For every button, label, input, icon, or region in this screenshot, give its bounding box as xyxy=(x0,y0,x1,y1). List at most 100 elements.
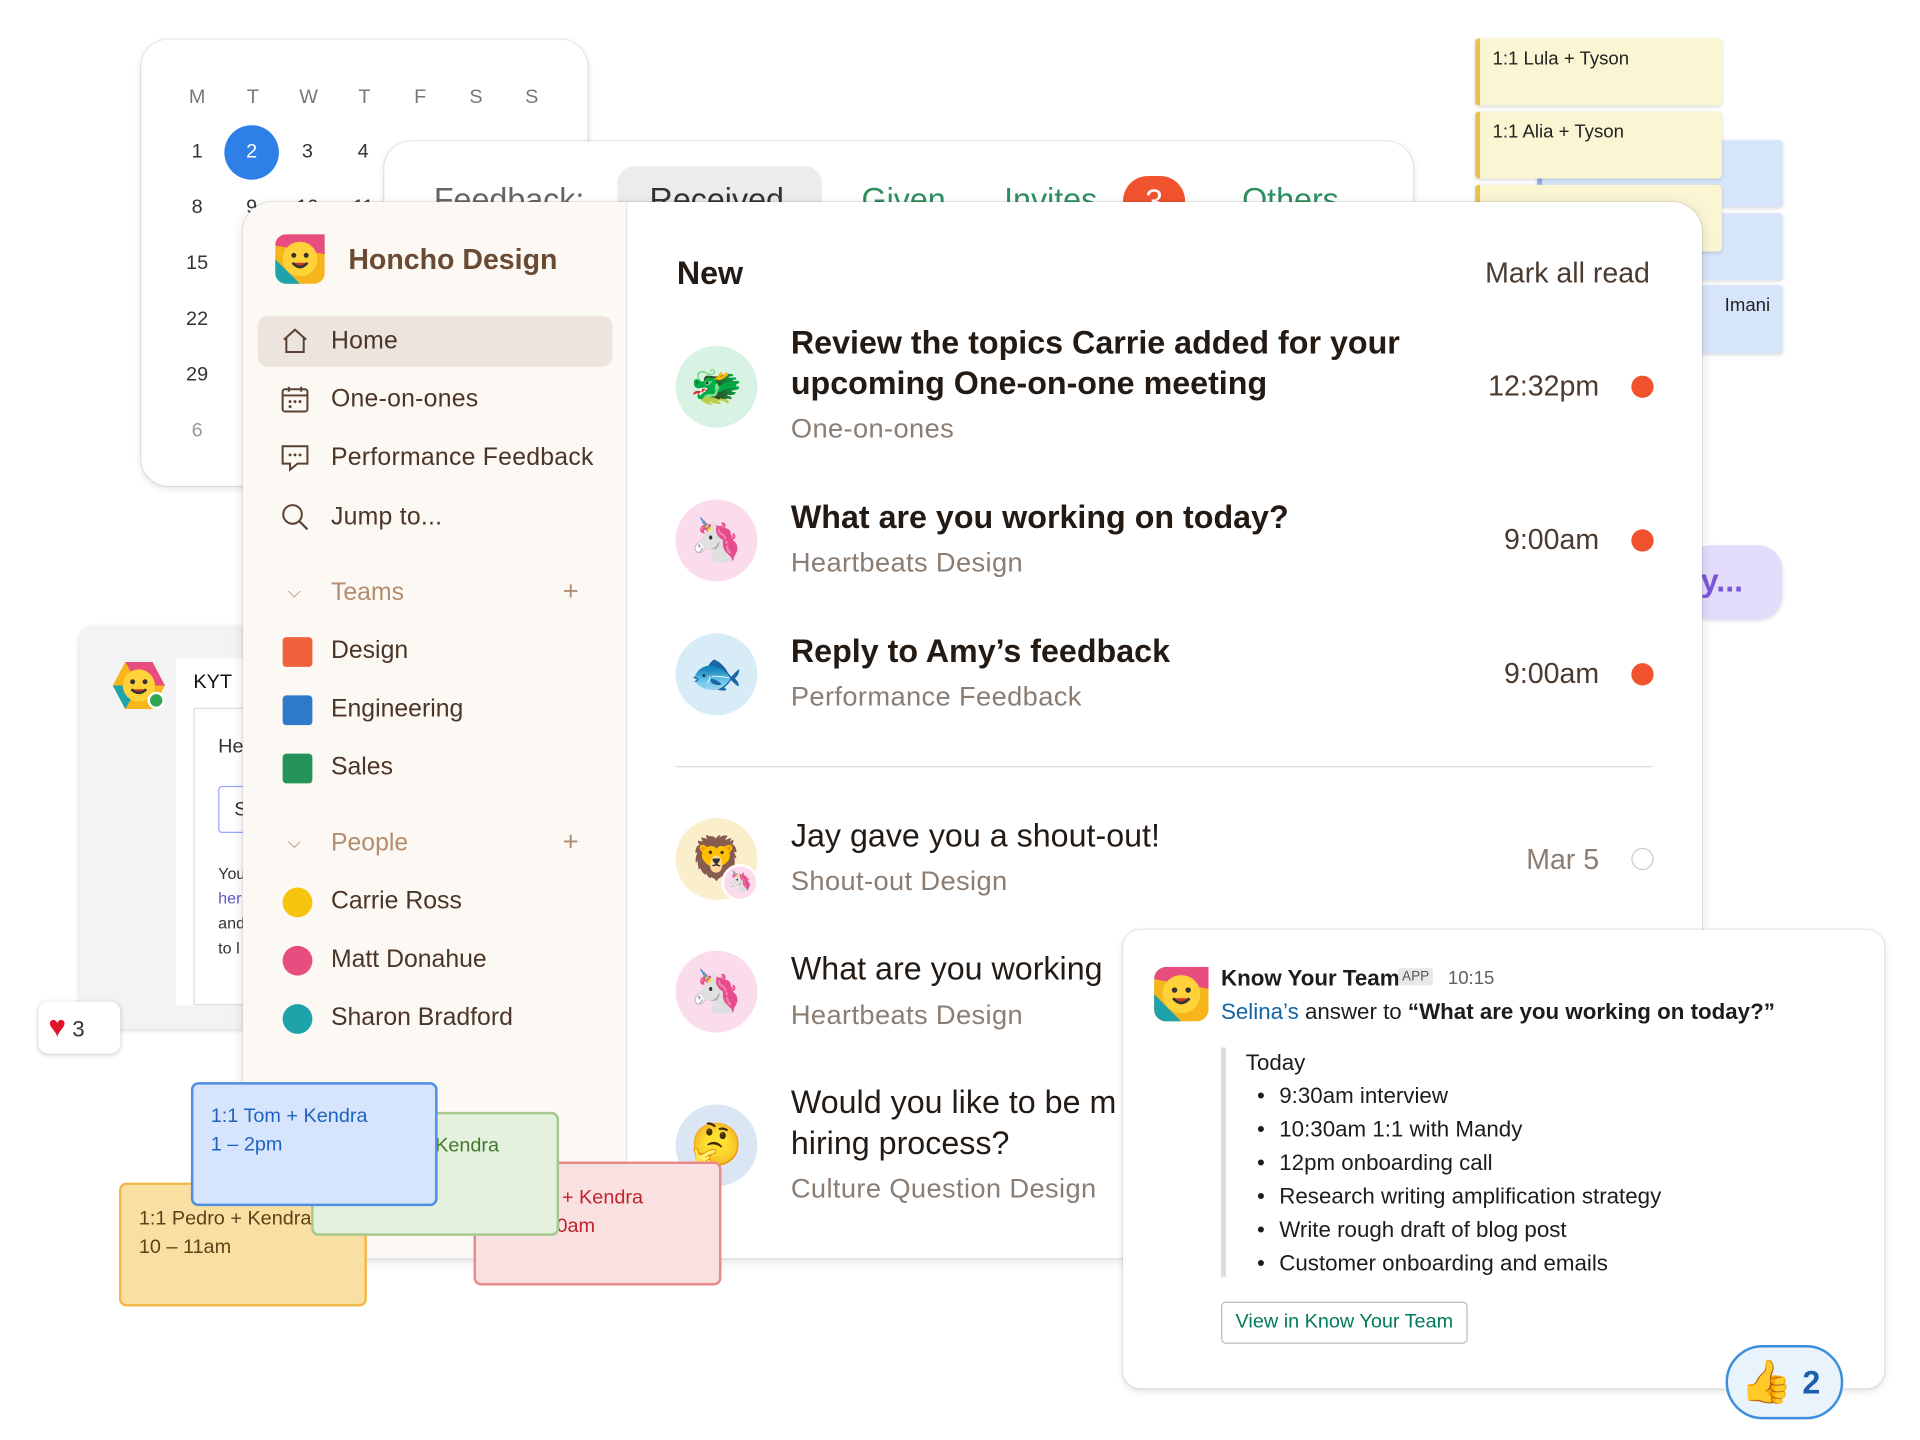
team-item[interactable]: Engineering xyxy=(331,695,463,724)
notification-title[interactable]: What are you working xyxy=(791,948,1103,989)
calendar-day[interactable]: 22 xyxy=(170,293,225,348)
meeting-time: 10 – 11am xyxy=(138,1237,232,1259)
home-icon xyxy=(283,328,307,354)
unread-dot[interactable] xyxy=(1631,663,1654,686)
notification-title[interactable]: What are you working on today? xyxy=(791,497,1289,538)
person-color-dot xyxy=(282,887,313,918)
sidebar-item-label: Home xyxy=(330,327,399,355)
add-person-icon[interactable]: + xyxy=(563,826,579,858)
notification-time: 9:00am xyxy=(1503,523,1600,556)
chevron-down-icon[interactable]: ⌵ xyxy=(288,832,301,853)
bullet-item: Research writing amplification strategy xyxy=(1257,1184,1661,1210)
meeting-title: e + Kendra xyxy=(545,1187,644,1209)
schedule-block[interactable]: 1:1 Alia + Tyson xyxy=(1475,111,1722,179)
calendar-day[interactable]: 29 xyxy=(170,348,225,403)
notification-avatar: 🦄 xyxy=(675,499,758,582)
people-heading[interactable]: People xyxy=(331,829,408,858)
team-item[interactable]: Design xyxy=(331,637,408,666)
read-dot[interactable] xyxy=(1631,847,1654,871)
app-name[interactable]: Know Your Team xyxy=(1221,966,1400,992)
chat-app-name: KYT xyxy=(193,671,232,693)
sidebar-item-jump-to[interactable]: Jump to... xyxy=(258,492,613,543)
notification-title[interactable]: Jay gave you a shout-out! xyxy=(791,816,1160,857)
add-team-icon[interactable]: + xyxy=(563,575,579,607)
person-item[interactable]: Carrie Ross xyxy=(331,888,462,917)
calendar-day-selected[interactable]: 2 xyxy=(224,125,279,180)
notification-title[interactable]: Review the topics Carrie added for your … xyxy=(791,322,1460,404)
question-text: “What are you working on today?” xyxy=(1407,999,1775,1024)
heart-reaction[interactable]: ♥ 3 xyxy=(38,1001,121,1054)
unread-dot[interactable] xyxy=(1631,529,1654,552)
sidebar-item-label: One-on-ones xyxy=(330,385,479,413)
chat-panel: KYT He S You her and to l xyxy=(176,658,253,1006)
kyt-logo-icon xyxy=(112,661,167,711)
unread-dot[interactable] xyxy=(1631,375,1654,398)
person-item[interactable]: Sharon Bradford xyxy=(331,1004,513,1033)
calendar-day[interactable]: 1 xyxy=(170,125,225,180)
person-item[interactable]: Matt Donahue xyxy=(331,946,487,975)
feed-divider xyxy=(675,766,1653,768)
thumbs-count: 2 xyxy=(1802,1363,1821,1401)
notification-time: Mar 5 xyxy=(1526,842,1600,876)
weekday-label: T xyxy=(246,86,259,108)
meeting-title: Kendra xyxy=(435,1135,500,1157)
app-badge: APP xyxy=(1398,968,1433,986)
notification-avatar: 🐲 xyxy=(675,345,758,428)
bullet-item: Customer onboarding and emails xyxy=(1257,1251,1608,1277)
calendar-day[interactable]: 4 xyxy=(336,125,391,180)
sidebar-item-label: Performance Feedback xyxy=(330,443,594,472)
weekday-label: M xyxy=(188,86,206,108)
calendar-day[interactable]: 8 xyxy=(170,181,225,236)
notification-avatar: 🦄 xyxy=(675,950,758,1033)
quote-bar xyxy=(1221,1047,1226,1277)
notification-subtitle: Heartbeats Design xyxy=(790,999,1024,1031)
calendar-day[interactable]: 15 xyxy=(170,237,225,292)
unicorn-small-avatar: 🦄 xyxy=(721,864,759,902)
heart-icon: ♥ xyxy=(48,1010,67,1044)
team-color-swatch xyxy=(282,695,313,726)
weekday-label: S xyxy=(469,86,483,108)
bullet-item: 9:30am interview xyxy=(1257,1083,1448,1109)
know-your-team-logo-icon xyxy=(1154,966,1209,1022)
view-in-kyt-button[interactable]: View in Know Your Team xyxy=(1221,1301,1468,1344)
chat-link[interactable]: her xyxy=(218,889,241,908)
user-link[interactable]: Selina’s xyxy=(1221,999,1299,1024)
notification-subtitle: Shout-out Design xyxy=(790,865,1008,897)
bullet-item: Write rough draft of blog post xyxy=(1257,1217,1567,1243)
notification-title[interactable]: Would you like to be m xyxy=(791,1082,1116,1123)
notification-time: 9:00am xyxy=(1503,656,1600,690)
team-color-swatch xyxy=(282,637,313,667)
slack-message-card: Know Your Team APP 10:15 Selina’s answer… xyxy=(1123,929,1885,1389)
notification-title[interactable]: Reply to Amy’s feedback xyxy=(791,631,1170,672)
notification-subtitle: Heartbeats Design xyxy=(790,546,1024,578)
meeting-time: 10am xyxy=(545,1216,596,1238)
notification-time: 12:32pm xyxy=(1488,369,1600,402)
calendar-day[interactable]: 3 xyxy=(280,125,335,180)
person-color-dot xyxy=(282,1004,313,1034)
meeting-card[interactable]: 1:1 Tom + Kendra 1 – 2pm xyxy=(190,1082,438,1207)
message-time: 10:15 xyxy=(1447,968,1495,990)
sidebar-item-performance-feedback[interactable]: Performance Feedback xyxy=(258,433,613,484)
teams-heading[interactable]: Teams xyxy=(331,579,404,608)
team-item[interactable]: Sales xyxy=(331,754,393,783)
mark-all-read-button[interactable]: Mark all read xyxy=(1485,257,1650,290)
thumbs-up-reaction[interactable]: 👍 2 xyxy=(1725,1344,1844,1420)
chat-text: He xyxy=(218,736,244,758)
answer-to-text: answer to xyxy=(1304,999,1402,1024)
heart-count: 3 xyxy=(72,1016,85,1042)
weekday-label: W xyxy=(299,86,319,108)
schedule-block[interactable]: 1:1 Lula + Tyson xyxy=(1475,38,1722,106)
chevron-down-icon[interactable]: ⌵ xyxy=(288,581,301,602)
message-line: Selina’s answer to “What are you working… xyxy=(1221,999,1775,1025)
search-icon xyxy=(282,504,309,531)
chat-text: You xyxy=(218,864,246,883)
notification-title[interactable]: hiring process? xyxy=(791,1123,1010,1164)
sidebar-item-label: Jump to... xyxy=(330,503,443,531)
calendar-day[interactable]: 6 xyxy=(170,404,225,459)
sidebar-item-one-on-ones[interactable]: One-on-ones xyxy=(258,374,613,425)
weekday-label: T xyxy=(358,86,371,108)
bullet-item: 10:30am 1:1 with Mandy xyxy=(1257,1117,1522,1143)
notification-subtitle: One-on-ones xyxy=(790,412,955,444)
sidebar-item-home[interactable]: Home xyxy=(257,316,613,367)
person-color-dot xyxy=(282,945,313,976)
